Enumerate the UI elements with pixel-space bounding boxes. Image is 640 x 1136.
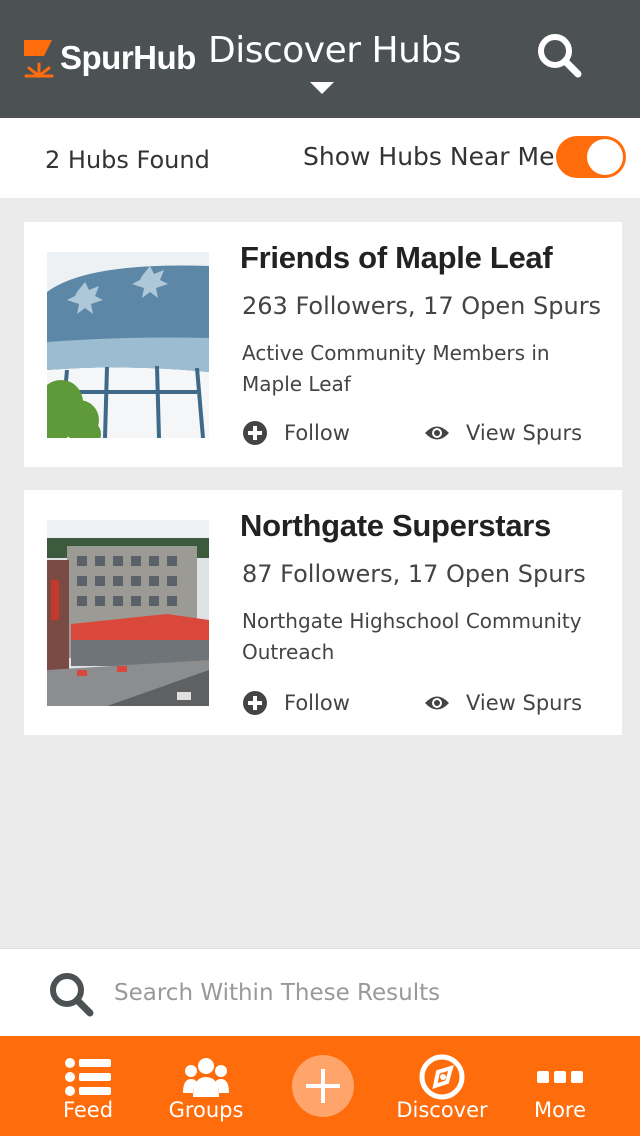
brand-name: SpurHub <box>60 39 196 76</box>
view-spurs-button[interactable]: View Spurs <box>424 688 582 718</box>
app-header: SpurHub Discover Hubs <box>0 0 640 118</box>
view-spurs-button[interactable]: View Spurs <box>424 418 582 448</box>
plus-circle-icon <box>243 421 267 445</box>
toggle-knob <box>587 139 623 175</box>
dots-icon <box>537 1056 583 1098</box>
search-icon <box>46 969 96 1019</box>
plus-circle-icon <box>243 691 267 715</box>
header-search-button[interactable] <box>534 30 584 80</box>
eye-icon <box>425 426 449 440</box>
spurhub-logo-icon <box>24 40 54 78</box>
follow-label: Follow <box>284 421 350 445</box>
hub-category-dropdown[interactable]: Discover Hubs <box>208 30 462 100</box>
results-search-input[interactable] <box>114 971 614 1015</box>
hub-card[interactable]: Friends of Maple Leaf 263 Followers, 17 … <box>24 222 622 467</box>
hub-description: Northgate Highschool Community Outreach <box>242 609 582 664</box>
bottom-tab-bar: Feed Groups Discover More <box>0 1036 640 1136</box>
tab-more[interactable]: More <box>526 1036 594 1136</box>
tab-more-label: More <box>533 1098 587 1122</box>
hub-title[interactable]: Friends of Maple Leaf <box>240 240 553 276</box>
search-icon <box>538 34 582 78</box>
follow-label: Follow <box>284 691 350 715</box>
page-title: Discover Hubs <box>208 30 462 71</box>
caret-down-icon <box>310 82 334 94</box>
list-icon <box>65 1056 111 1098</box>
view-spurs-label: View Spurs <box>466 691 583 715</box>
plus-icon <box>306 1069 340 1103</box>
tab-groups[interactable]: Groups <box>166 1036 246 1136</box>
hub-image-building[interactable] <box>47 520 209 706</box>
eye-icon <box>425 696 449 710</box>
hub-stats: 263 Followers, 17 Open Spurs <box>242 292 602 320</box>
building-image <box>47 520 209 706</box>
hub-description: Active Community Members in Maple Leaf <box>242 341 550 396</box>
spurhub-logo[interactable]: SpurHub <box>22 36 196 80</box>
tab-groups-label: Groups <box>168 1098 244 1122</box>
near-me-label: Show Hubs Near Me <box>303 142 555 171</box>
results-search-bar <box>0 948 640 1036</box>
follow-button[interactable]: Follow <box>242 418 350 448</box>
water-tower-image <box>47 252 209 438</box>
near-me-toggle[interactable] <box>556 136 626 178</box>
tab-feed-label: Feed <box>62 1098 114 1122</box>
hub-stats: 87 Followers, 17 Open Spurs <box>242 560 586 588</box>
tab-feed[interactable]: Feed <box>56 1036 120 1136</box>
view-spurs-label: View Spurs <box>466 421 583 445</box>
tab-discover[interactable]: Discover <box>396 1036 488 1136</box>
follow-button[interactable]: Follow <box>242 688 350 718</box>
people-icon <box>183 1056 229 1098</box>
hub-title[interactable]: Northgate Superstars <box>240 508 551 544</box>
hub-image-water-tower[interactable] <box>47 252 209 438</box>
compass-icon <box>419 1054 465 1100</box>
add-spur-button[interactable] <box>292 1055 354 1117</box>
tab-discover-label: Discover <box>396 1098 488 1122</box>
hub-card[interactable]: Northgate Superstars 87 Followers, 17 Op… <box>24 490 622 735</box>
hubs-found-count: 2 Hubs Found <box>45 146 210 174</box>
